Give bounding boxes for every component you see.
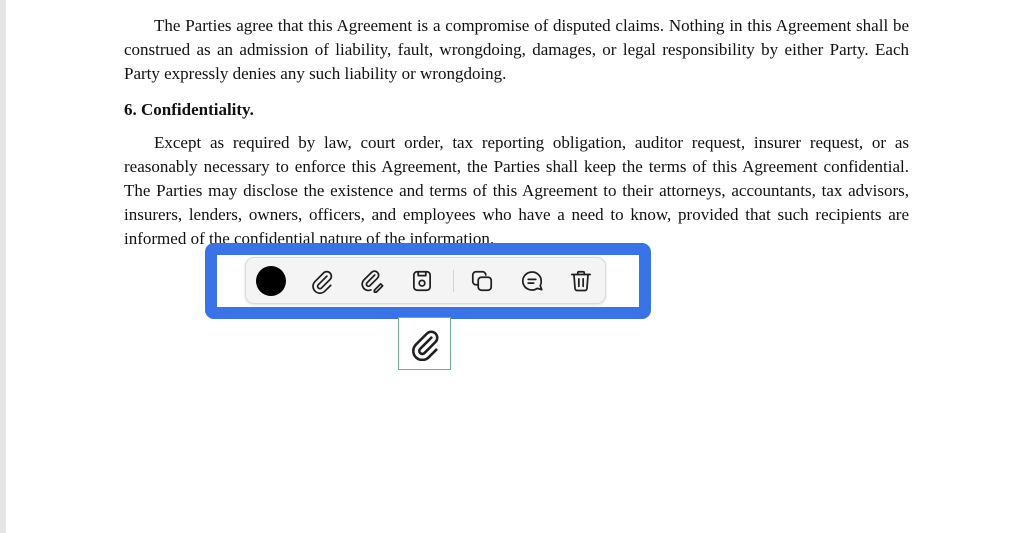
paragraph-compromise: The Parties agree that this Agreement is… [124, 16, 909, 83]
paperclip-icon [312, 270, 333, 294]
save-button[interactable] [407, 266, 437, 296]
section-heading-confidentiality: 6. Confidentiality. [124, 100, 254, 119]
annotation-toolbar [245, 257, 606, 304]
paperclip-edit-icon [361, 270, 384, 294]
comment-button[interactable] [517, 266, 547, 296]
attachment-annotation[interactable] [398, 317, 451, 370]
color-swatch-icon [256, 266, 286, 296]
delete-button[interactable] [566, 266, 596, 296]
attachment-button[interactable] [307, 266, 337, 296]
document-viewport: The Parties agree that this Agreement is… [0, 0, 1023, 533]
left-gutter [0, 0, 6, 533]
paragraph-confidentiality: Except as required by law, court order, … [124, 133, 909, 248]
toolbar-divider [453, 270, 454, 292]
paperclip-icon [411, 330, 438, 361]
copy-button[interactable] [467, 266, 497, 296]
trash-icon [570, 270, 592, 292]
comment-icon [521, 271, 543, 291]
save-icon [413, 270, 431, 292]
copy-icon [471, 270, 493, 292]
document-page: The Parties agree that this Agreement is… [124, 14, 909, 251]
color-picker-button[interactable] [256, 266, 286, 296]
attachment-edit-button[interactable] [357, 266, 387, 296]
